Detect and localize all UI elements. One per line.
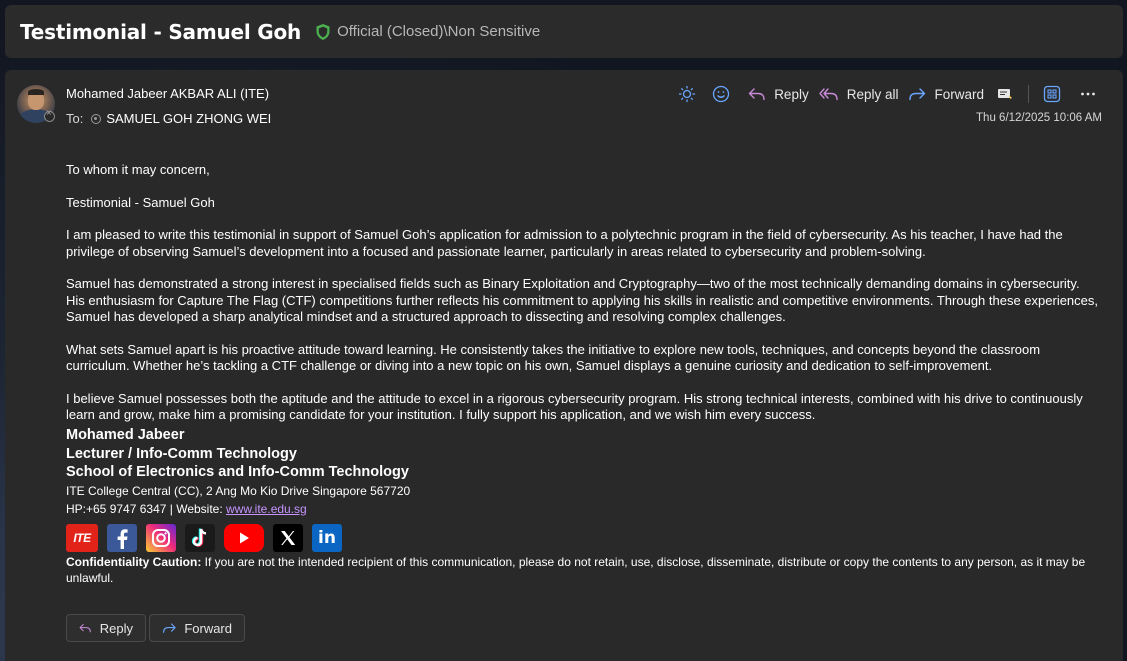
forward-icon	[163, 623, 176, 633]
sensitivity-label[interactable]: Official (Closed)\Non Sensitive	[337, 23, 540, 40]
signature-address: ITE College Central (CC), 2 Ang Mo Kio D…	[66, 483, 411, 498]
social-icons: ITE in	[66, 523, 410, 552]
reply-button[interactable]: Reply	[748, 87, 809, 102]
ite-logo-icon[interactable]: ITE	[66, 523, 98, 552]
signature-phone: HP:+65 9747 6347 | Website:	[66, 501, 227, 516]
signature-role: Lecturer / Info-Comm Technology	[66, 445, 297, 462]
reply-icon	[748, 88, 765, 101]
email-subject: Testimonial - Samuel Goh	[20, 19, 302, 44]
paragraph-4: I believe Samuel possesses both the apti…	[66, 390, 1083, 423]
confidentiality-text: If you are not the intended recipient of…	[66, 555, 1086, 585]
forward-label: Forward	[934, 86, 984, 102]
avatar-hair	[28, 89, 44, 95]
signature-contact: HP:+65 9747 6347 | Website: www.ite.edu.…	[66, 500, 410, 518]
confidentiality-label: Confidentiality Caution:	[66, 555, 202, 569]
paragraph-1: I am pleased to write this testimonial i…	[66, 227, 1063, 259]
confidentiality-notice: Confidentiality Caution: If you are not …	[66, 554, 1101, 586]
subject-header: Testimonial - Samuel Goh Official (Close…	[5, 5, 1123, 58]
footer-forward-button[interactable]: Forward	[149, 614, 245, 642]
facebook-icon[interactable]	[107, 523, 137, 552]
x-icon[interactable]	[273, 523, 303, 552]
presence-status-icon	[44, 108, 55, 122]
immersive-reader-icon[interactable]	[994, 83, 1016, 105]
youtube-icon[interactable]	[224, 523, 264, 552]
shield-icon	[316, 23, 330, 40]
signature: Mohamed Jabeer Lecturer / Info-Comm Tech…	[66, 426, 410, 552]
forward-button[interactable]: Forward	[908, 87, 984, 102]
reply-all-button[interactable]: Reply all	[819, 86, 899, 102]
signature-name: Mohamed Jabeer	[66, 427, 185, 443]
brightness-icon[interactable]	[676, 83, 698, 105]
reading-pane: Mohamed Jabeer AKBAR ALI (ITE) To: SAMUE…	[5, 70, 1123, 661]
footer-reply-button[interactable]: Reply	[66, 614, 146, 642]
sender-name[interactable]: Mohamed Jabeer AKBAR ALI (ITE)	[66, 86, 269, 101]
reply-all-label: Reply all	[846, 86, 899, 102]
signature-school: School of Electronics and Info-Comm Tech…	[66, 464, 409, 480]
message-toolbar: Reply Reply all Forward	[670, 82, 1105, 106]
sent-timestamp: Thu 6/12/2025 10:06 AM	[976, 112, 1102, 124]
more-options-icon[interactable]	[1077, 83, 1099, 105]
reply-label: Reply	[774, 86, 809, 102]
reply-all-icon	[819, 88, 838, 101]
recipient-line: To: SAMUEL GOH ZHONG WEI	[66, 111, 271, 126]
recipient-name[interactable]: SAMUEL GOH ZHONG WEI	[106, 111, 271, 126]
apps-icon[interactable]	[1041, 83, 1063, 105]
emoji-icon[interactable]	[710, 83, 732, 105]
tiktok-icon[interactable]	[185, 523, 215, 552]
instagram-icon[interactable]	[146, 523, 176, 552]
message-body: To whom it may concern, Testimonial - Sa…	[66, 162, 1101, 440]
paragraph-2: Samuel has demonstrated a strong interes…	[66, 276, 1099, 324]
footer-reply-label: Reply	[99, 620, 133, 636]
paragraph-3: What sets Samuel apart is his proactive …	[66, 341, 1041, 374]
toolbar-separator	[1028, 85, 1029, 103]
linkedin-icon[interactable]: in	[312, 523, 342, 552]
footer-forward-label: Forward	[184, 620, 232, 636]
greeting: To whom it may concern,	[66, 162, 210, 177]
forward-icon	[909, 88, 926, 101]
recipient-status-icon	[91, 113, 102, 124]
website-link[interactable]: www.ite.edu.sg	[226, 502, 307, 516]
body-title: Testimonial - Samuel Goh	[66, 194, 215, 210]
to-label: To:	[66, 111, 84, 126]
reply-icon	[79, 623, 91, 633]
